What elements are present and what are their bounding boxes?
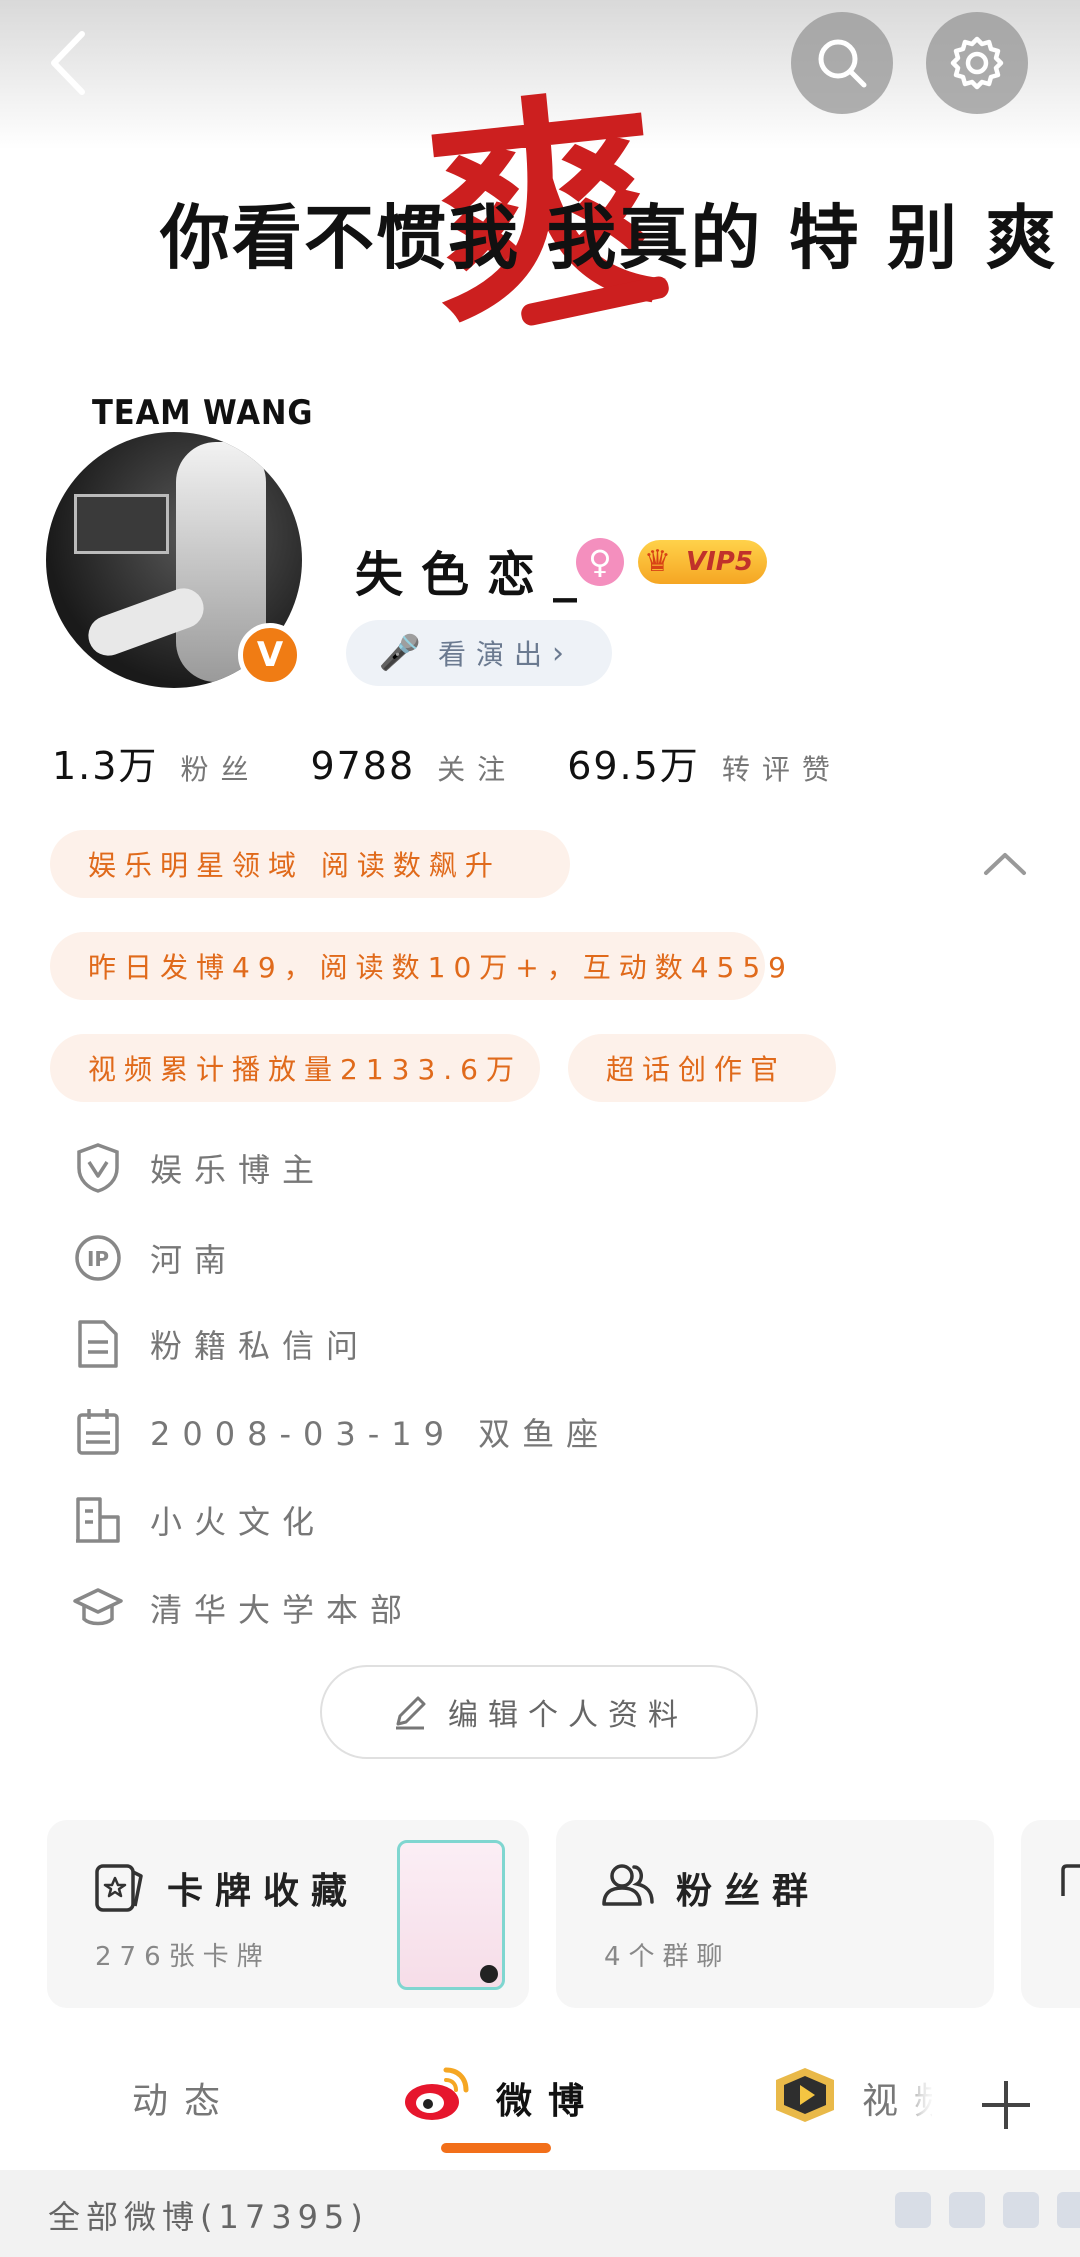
card-collection-card[interactable]: 卡牌收藏 276张卡牌 bbox=[47, 1820, 529, 2008]
ip-icon: IP bbox=[70, 1230, 126, 1286]
search-feed-icon[interactable] bbox=[1003, 2192, 1039, 2228]
following-count[interactable]: 9788 bbox=[310, 744, 415, 788]
card-thumbnail-badge bbox=[480, 1965, 498, 1983]
card-thumbnail-image bbox=[397, 1840, 505, 1990]
group-users-icon bbox=[602, 1864, 654, 1906]
info-row-ip: IP 河南 bbox=[70, 1228, 238, 1288]
video-play-icon bbox=[776, 2068, 834, 2122]
vip-badge[interactable]: ♛ VIP5 bbox=[638, 540, 767, 584]
sort-icon[interactable] bbox=[1057, 2192, 1080, 2228]
card-collection-title: 卡牌收藏 bbox=[167, 1871, 360, 1912]
settings-button[interactable] bbox=[926, 12, 1028, 114]
performer-icon: 🎤 bbox=[378, 633, 422, 673]
svg-text:IP: IP bbox=[87, 1247, 109, 1271]
birthday-text: 2008-03-19 双鱼座 bbox=[150, 1415, 611, 1453]
fan-group-count: 4个群聊 bbox=[604, 1942, 731, 1972]
fan-dm-text: 粉籍私信问 bbox=[150, 1327, 371, 1365]
grid-view-icon[interactable] bbox=[949, 2192, 985, 2228]
watch-show-label: 看演出 bbox=[438, 638, 553, 671]
list-view-icon[interactable] bbox=[895, 2192, 931, 2228]
add-tab-button[interactable] bbox=[932, 2040, 1080, 2170]
document-icon bbox=[70, 1316, 126, 1372]
watch-show-button[interactable]: 🎤 看演出 › bbox=[346, 620, 612, 686]
info-row-company: 小火文化 bbox=[70, 1490, 326, 1550]
weibo-logo-icon bbox=[405, 2067, 469, 2120]
vip-label: VIP5 bbox=[686, 547, 753, 577]
likes-count[interactable]: 69.5万 bbox=[567, 735, 700, 790]
building-icon bbox=[70, 1492, 126, 1548]
tab-dynamics[interactable]: 动态 bbox=[132, 2072, 236, 2124]
info-row-school: 清华大学本部 bbox=[70, 1578, 414, 1638]
followers-count[interactable]: 1.3万 bbox=[52, 735, 158, 790]
info-row-birthday: 2008-03-19 双鱼座 bbox=[70, 1402, 610, 1462]
banner-text: 你看不惯我 我真的 特 别 爽 bbox=[160, 197, 1058, 279]
card-collection-icon bbox=[95, 1864, 143, 1912]
pencil-icon bbox=[396, 1696, 426, 1730]
ip-location-text: 河南 bbox=[150, 1241, 239, 1279]
chevron-right-icon: › bbox=[552, 635, 565, 671]
fan-group-card[interactable]: 粉丝群 4个群聊 bbox=[556, 1820, 994, 2008]
graduation-cap-icon bbox=[70, 1580, 126, 1636]
likes-label[interactable]: 转评赞 bbox=[722, 748, 842, 788]
edit-profile-label: 编辑个人资料 bbox=[448, 1698, 688, 1733]
feed-view-toggles bbox=[895, 2192, 1080, 2228]
avatar-laptop-shape bbox=[74, 494, 169, 554]
collapse-button[interactable] bbox=[980, 843, 1030, 883]
edit-profile-button[interactable]: 编辑个人资料 bbox=[320, 1665, 758, 1759]
back-icon bbox=[51, 31, 85, 95]
company-text: 小火文化 bbox=[150, 1503, 327, 1541]
school-text: 清华大学本部 bbox=[150, 1591, 415, 1629]
verified-badge: V bbox=[238, 623, 302, 687]
search-button[interactable] bbox=[791, 12, 893, 114]
active-tab-indicator bbox=[441, 2143, 551, 2153]
tab-weibo[interactable]: 微博 bbox=[496, 2072, 600, 2124]
fan-group-title: 粉丝群 bbox=[676, 1871, 821, 1912]
search-icon bbox=[818, 39, 867, 88]
info-row-role: 娱乐博主 bbox=[70, 1138, 326, 1198]
super-topic-pill[interactable]: 超话创作官 bbox=[568, 1034, 836, 1102]
all-weibo-filter[interactable]: 全部微博(17395) bbox=[48, 2192, 369, 2238]
info-row-fan-dm: 粉籍私信问 bbox=[70, 1314, 370, 1374]
card-collection-count: 276张卡牌 bbox=[95, 1942, 271, 1972]
crown-icon: ♛ bbox=[644, 544, 671, 579]
feed-filter-bar: 全部微博(17395) bbox=[0, 2170, 1080, 2257]
avatar-team-label: TEAM WANG bbox=[92, 393, 314, 433]
profile-header: 爽 你看不惯我 我真的 特 别 爽 bbox=[0, 0, 1080, 350]
role-text: 娱乐博主 bbox=[150, 1151, 327, 1189]
calendar-icon bbox=[70, 1404, 126, 1460]
plus-icon bbox=[982, 2081, 1030, 2129]
video-plays-pill[interactable]: 视频累计播放量2133.6万 bbox=[50, 1034, 540, 1102]
shield-v-icon bbox=[70, 1140, 126, 1196]
domain-highlight-pill[interactable]: 娱乐明星领域 阅读数飙升 bbox=[50, 830, 570, 898]
yesterday-stats-pill[interactable]: 昨日发博49，阅读数10万+，互动数4559 bbox=[50, 932, 786, 1000]
following-label[interactable]: 关注 bbox=[437, 748, 517, 788]
gear-icon bbox=[950, 36, 1004, 90]
back-button[interactable] bbox=[36, 28, 106, 98]
partial-card[interactable] bbox=[1021, 1820, 1080, 2008]
gender-female-icon: ♀ bbox=[576, 538, 624, 586]
stats-row: 1.3万 粉丝 9788 关注 69.5万 转评赞 bbox=[52, 735, 842, 790]
followers-label[interactable]: 粉丝 bbox=[180, 748, 260, 788]
chevron-up-icon bbox=[984, 853, 1026, 875]
partial-card-icon bbox=[1061, 1864, 1080, 1896]
username: 失色恋_ bbox=[355, 547, 596, 603]
